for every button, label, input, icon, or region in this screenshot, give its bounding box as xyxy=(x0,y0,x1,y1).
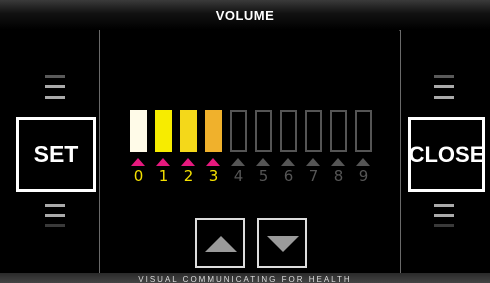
level-indicator-icon xyxy=(331,158,345,166)
dash-decoration xyxy=(45,75,65,78)
dash-decoration xyxy=(45,224,65,227)
level-indicator-icon xyxy=(131,158,145,166)
volume-level-label: 5 xyxy=(258,167,269,185)
volume-bar-0[interactable] xyxy=(130,110,147,152)
volume-panel: 0123456789 xyxy=(100,30,399,273)
level-indicator-icon xyxy=(256,158,270,166)
arrow-down-icon xyxy=(267,236,299,252)
close-button[interactable]: CLOSE xyxy=(408,117,485,192)
level-indicator-icon xyxy=(231,158,245,166)
volume-bar-8[interactable] xyxy=(330,110,347,152)
volume-bar-4[interactable] xyxy=(230,110,247,152)
footer-bar: VISUAL COMMUNICATING FOR HEALTH xyxy=(0,273,490,283)
volume-bar-9[interactable] xyxy=(355,110,372,152)
arrow-up-icon xyxy=(205,236,237,252)
level-indicator-icon xyxy=(281,158,295,166)
volume-level-label: 6 xyxy=(283,167,294,185)
volume-bar-1[interactable] xyxy=(155,110,172,152)
dash-decoration xyxy=(45,214,65,217)
dash-decoration xyxy=(434,96,454,99)
dash-decoration xyxy=(434,85,454,88)
title-bar: VOLUME xyxy=(0,0,490,31)
volume-bar-3[interactable] xyxy=(205,110,222,152)
level-indicator-icon xyxy=(181,158,195,166)
volume-level-label: 7 xyxy=(308,167,319,185)
volume-level-label: 1 xyxy=(158,167,169,185)
level-indicator-icon xyxy=(206,158,220,166)
volume-level-label: 9 xyxy=(358,167,369,185)
volume-bar-6[interactable] xyxy=(280,110,297,152)
volume-level-label: 2 xyxy=(183,167,194,185)
dash-decoration xyxy=(45,85,65,88)
dash-decoration xyxy=(434,214,454,217)
window-title: VOLUME xyxy=(215,8,275,23)
dash-decoration xyxy=(434,224,454,227)
dash-decoration xyxy=(434,75,454,78)
footer-text: VISUAL COMMUNICATING FOR HEALTH xyxy=(138,275,352,283)
set-button[interactable]: SET xyxy=(16,117,96,192)
dash-decoration xyxy=(45,96,65,99)
volume-level-label: 3 xyxy=(208,167,219,185)
left-panel: SET xyxy=(0,30,100,273)
volume-up-button[interactable] xyxy=(195,218,245,268)
volume-level-label: 0 xyxy=(133,167,144,185)
volume-level-label: 8 xyxy=(333,167,344,185)
volume-bar-5[interactable] xyxy=(255,110,272,152)
dash-decoration xyxy=(45,204,65,207)
volume-bar-2[interactable] xyxy=(180,110,197,152)
level-indicator-icon xyxy=(156,158,170,166)
volume-down-button[interactable] xyxy=(257,218,307,268)
dash-decoration xyxy=(434,204,454,207)
volume-bar-7[interactable] xyxy=(305,110,322,152)
level-indicator-icon xyxy=(356,158,370,166)
right-panel: CLOSE xyxy=(400,30,490,273)
level-indicator-icon xyxy=(306,158,320,166)
volume-level-label: 4 xyxy=(233,167,244,185)
